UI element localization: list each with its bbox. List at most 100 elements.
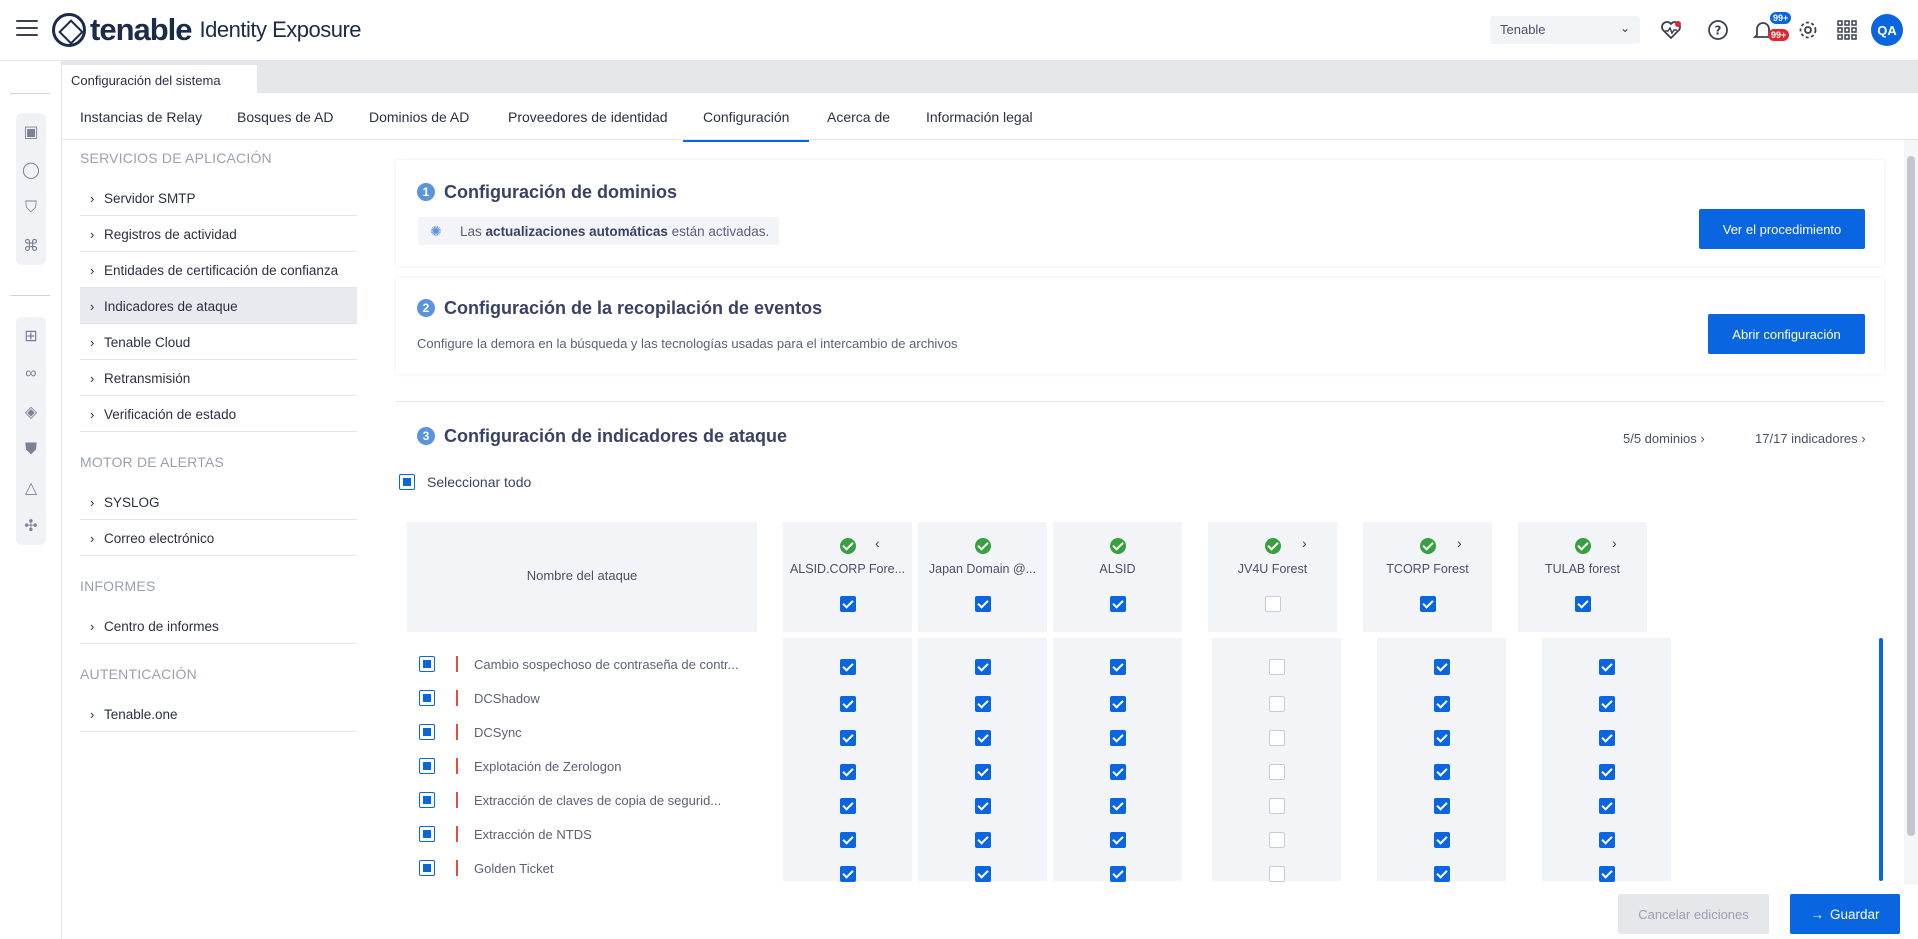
domains-count-link[interactable]: 5/5 dominios › (1623, 431, 1705, 446)
domain-column-checkbox[interactable] (1109, 596, 1126, 612)
menu-item-smtp-server[interactable]: › Servidor SMTP (80, 180, 357, 216)
cell-checkbox[interactable] (1598, 866, 1615, 882)
cell-checkbox[interactable] (1268, 832, 1285, 848)
select-all-checkbox[interactable] (399, 474, 415, 490)
tab-ad-forests[interactable]: Bosques de AD (237, 109, 334, 125)
cell-checkbox[interactable] (1598, 730, 1615, 746)
cell-checkbox[interactable] (1268, 764, 1285, 780)
tenant-select[interactable]: Tenable ⌄ (1490, 16, 1640, 44)
grid-icon[interactable]: ⊞ (16, 317, 46, 355)
open-configuration-button[interactable]: Abrir configuración (1708, 314, 1865, 354)
cell-checkbox[interactable] (1268, 659, 1285, 675)
attack-path-icon[interactable]: ◈ (16, 393, 46, 431)
cell-checkbox[interactable] (1433, 696, 1450, 712)
cell-checkbox[interactable] (839, 798, 856, 814)
topology-icon[interactable]: ⌘ (16, 227, 46, 265)
cell-checkbox[interactable] (1109, 798, 1126, 814)
logo[interactable]: tenable Identity Exposure (52, 10, 362, 50)
save-button[interactable]: → Guardar (1790, 894, 1900, 934)
tab-legal-info[interactable]: Información legal (926, 109, 1033, 125)
menu-item-indicators-of-attack[interactable]: › Indicadores de ataque (80, 288, 357, 324)
cell-checkbox[interactable] (1433, 832, 1450, 848)
view-procedure-button[interactable]: Ver el procedimiento (1699, 209, 1865, 249)
cell-checkbox[interactable] (974, 696, 991, 712)
cell-checkbox[interactable] (839, 764, 856, 780)
cell-checkbox[interactable] (974, 659, 991, 675)
cell-checkbox[interactable] (839, 866, 856, 882)
cell-checkbox[interactable] (1598, 798, 1615, 814)
table-scrollbar[interactable] (1879, 638, 1883, 881)
chevron-right-icon[interactable]: › (1457, 535, 1462, 551)
menu-item-tenable-one[interactable]: › Tenable.one (80, 696, 357, 732)
forest-column-checkbox[interactable] (1419, 596, 1436, 612)
cell-checkbox[interactable] (1109, 764, 1126, 780)
cell-checkbox[interactable] (1109, 659, 1126, 675)
cell-checkbox[interactable] (1268, 696, 1285, 712)
cell-checkbox[interactable] (1598, 696, 1615, 712)
cell-checkbox[interactable] (974, 764, 991, 780)
cell-checkbox[interactable] (974, 730, 991, 746)
domain-column-checkbox[interactable] (839, 596, 856, 612)
menu-item-trusted-cas[interactable]: › Entidades de certificación de confianza (80, 252, 357, 288)
forest-column-checkbox[interactable] (1264, 596, 1281, 612)
shield-icon[interactable]: ⛉ (16, 189, 46, 227)
tab-ad-domains[interactable]: Dominios de AD (369, 109, 469, 125)
cell-checkbox[interactable] (1598, 764, 1615, 780)
attack-row-checkbox[interactable] (419, 724, 435, 740)
menu-item-syslog[interactable]: › SYSLOG (80, 484, 357, 520)
cell-checkbox[interactable] (1268, 866, 1285, 882)
cell-checkbox[interactable] (1109, 696, 1126, 712)
menu-item-health-check[interactable]: › Verificación de estado (80, 396, 357, 432)
help-icon[interactable]: ? (1705, 17, 1731, 43)
tab-system-configuration[interactable]: Configuración del sistema (62, 65, 257, 93)
cell-checkbox[interactable] (839, 659, 856, 675)
app-grid-icon[interactable] (1834, 17, 1860, 43)
cell-checkbox[interactable] (1433, 866, 1450, 882)
cell-checkbox[interactable] (1268, 730, 1285, 746)
menu-item-email[interactable]: › Correo electrónico (80, 520, 357, 556)
menu-item-relay[interactable]: › Retransmisión (80, 360, 357, 396)
menu-item-activity-logs[interactable]: › Registros de actividad (80, 216, 357, 252)
tab-identity-providers[interactable]: Proveedores de identidad (508, 109, 668, 125)
cell-checkbox[interactable] (839, 696, 856, 712)
cell-checkbox[interactable] (839, 730, 856, 746)
gear-icon[interactable] (1795, 17, 1821, 43)
forest-column-checkbox[interactable] (1574, 596, 1591, 612)
dashboard-report-icon[interactable]: ▣ (16, 113, 46, 151)
menu-item-tenable-cloud[interactable]: › Tenable Cloud (80, 324, 357, 360)
cell-checkbox[interactable] (974, 832, 991, 848)
health-check-icon[interactable] (1658, 17, 1684, 43)
page-scrollbar-thumb[interactable] (1907, 156, 1915, 836)
cell-checkbox[interactable] (1109, 832, 1126, 848)
cell-checkbox[interactable] (1433, 730, 1450, 746)
tab-configuration[interactable]: Configuración (682, 109, 810, 142)
notifications-bell-icon[interactable]: 99+ 99+ (1750, 12, 1792, 43)
cell-checkbox[interactable] (974, 798, 991, 814)
tab-relay-instances[interactable]: Instancias de Relay (80, 109, 202, 125)
chevron-right-icon[interactable]: › (1612, 535, 1617, 551)
domain-column-checkbox[interactable] (974, 596, 991, 612)
page-scrollbar[interactable] (1904, 140, 1918, 885)
cell-checkbox[interactable] (1598, 659, 1615, 675)
cell-checkbox[interactable] (1109, 730, 1126, 746)
recycle-icon[interactable]: △ (16, 469, 46, 507)
cancel-edits-button[interactable]: Cancelar ediciones (1618, 894, 1769, 934)
user-icon[interactable]: ◯ (16, 151, 46, 189)
cell-checkbox[interactable] (1109, 866, 1126, 882)
chevron-left-icon[interactable]: ‹ (875, 535, 880, 551)
cell-checkbox[interactable] (839, 832, 856, 848)
link-icon[interactable]: ∞ (16, 355, 46, 393)
cell-checkbox[interactable] (1268, 798, 1285, 814)
security-shield-icon[interactable]: ⛊ (16, 431, 46, 469)
user-avatar[interactable]: QA (1871, 14, 1903, 46)
tab-about[interactable]: Acerca de (827, 109, 890, 125)
network-icon[interactable]: ✣ (16, 507, 46, 545)
cell-checkbox[interactable] (1433, 798, 1450, 814)
attack-row-checkbox[interactable] (419, 656, 435, 672)
cell-checkbox[interactable] (1598, 832, 1615, 848)
hamburger-menu-icon[interactable] (16, 20, 38, 38)
indicators-count-link[interactable]: 17/17 indicadores › (1755, 431, 1866, 446)
attack-row-checkbox[interactable] (419, 826, 435, 842)
attack-row-checkbox[interactable] (419, 860, 435, 876)
attack-row-checkbox[interactable] (419, 690, 435, 706)
